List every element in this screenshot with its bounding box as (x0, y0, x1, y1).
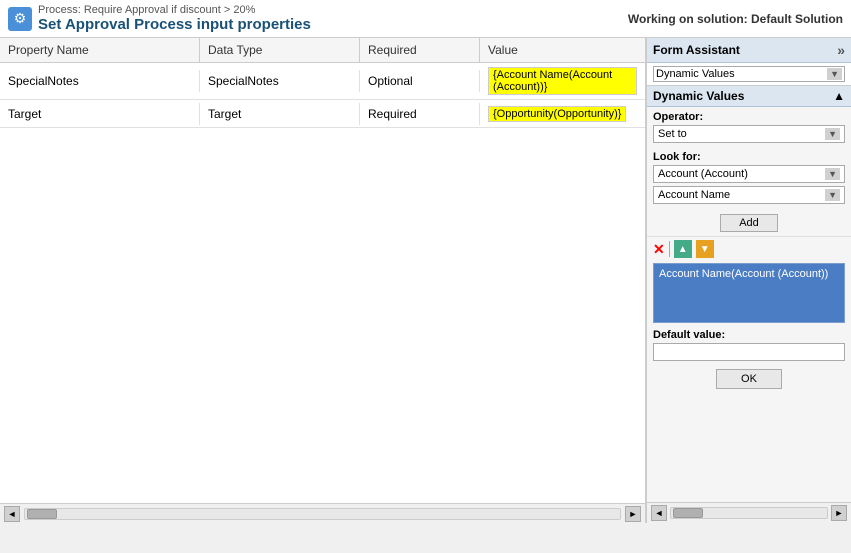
icon-row: ✕ ▲ ▼ (647, 236, 851, 261)
list-item[interactable]: Account Name(Account (Account)) (659, 267, 839, 281)
account-name-arrow-icon: ▼ (825, 189, 840, 201)
collapse-icon[interactable]: ▲ (833, 89, 845, 103)
col-value: Value (480, 38, 645, 62)
table-body: SpecialNotes SpecialNotes Optional {Acco… (0, 63, 645, 503)
cell-required-0: Optional (360, 70, 480, 92)
ok-button-row: OK (647, 365, 851, 393)
default-value-input[interactable] (653, 343, 845, 361)
delete-icon[interactable]: ✕ (653, 241, 665, 258)
account-name-value: Account Name (658, 189, 730, 201)
look-for-select[interactable]: Account (Account) ▼ (653, 165, 845, 183)
value-chip-1[interactable]: {Opportunity(Opportunity)} (488, 106, 626, 122)
cell-value-1[interactable]: {Opportunity(Opportunity)} (480, 102, 645, 126)
table-header: Property Name Data Type Required Value (0, 38, 645, 63)
working-on-label: Working on solution: Default Solution (628, 12, 843, 26)
col-data-type: Data Type (200, 38, 360, 62)
table-row: Target Target Required {Opportunity(Oppo… (0, 100, 645, 128)
col-property-name: Property Name (0, 38, 200, 62)
operator-section: Operator: Set to ▼ (647, 107, 851, 147)
dynamic-values-section-label: Dynamic Values (653, 89, 744, 103)
expand-icon[interactable]: » (837, 42, 845, 58)
top-bar-titles: Process: Require Approval if discount > … (38, 4, 311, 33)
cell-datatype-0: SpecialNotes (200, 70, 360, 92)
gear-icon: ⚙ (8, 7, 32, 31)
process-label: Process: Require Approval if discount > … (38, 4, 311, 16)
left-panel: Property Name Data Type Required Value S… (0, 38, 646, 523)
top-bar-left: ⚙ Process: Require Approval if discount … (8, 4, 311, 33)
right-panel: Form Assistant » Dynamic Values ▼ Dynami… (646, 38, 851, 523)
scroll-right-arrow[interactable]: ► (625, 506, 641, 522)
dynamic-values-row: Dynamic Values ▼ (647, 63, 851, 86)
select-arrow-icon: ▼ (827, 68, 842, 80)
default-value-label: Default value: (653, 329, 845, 341)
scroll-left-arrow[interactable]: ◄ (4, 506, 20, 522)
page-title: Set Approval Process input properties (38, 16, 311, 33)
operator-value: Set to (658, 128, 687, 140)
value-chip-0[interactable]: {Account Name(Account (Account))} (488, 67, 637, 95)
look-for-arrow-icon: ▼ (825, 168, 840, 180)
top-bar: ⚙ Process: Require Approval if discount … (0, 0, 851, 38)
account-name-select[interactable]: Account Name ▼ (653, 186, 845, 204)
add-button-row: Add (647, 212, 851, 236)
selected-list[interactable]: Account Name(Account (Account)) (653, 263, 845, 323)
move-down-icon[interactable]: ▼ (696, 240, 714, 258)
look-for-value: Account (Account) (658, 168, 748, 180)
cell-datatype-1: Target (200, 103, 360, 125)
cell-property-1: Target (0, 103, 200, 125)
form-assistant-title: Form Assistant (653, 43, 740, 57)
right-panel-scroll-left[interactable]: ◄ (651, 505, 667, 521)
cell-required-1: Required (360, 103, 480, 125)
right-scrollbar-row: ◄ ► (647, 502, 851, 523)
scroll-thumb (27, 509, 57, 519)
col-required: Required (360, 38, 480, 62)
table-row: SpecialNotes SpecialNotes Optional {Acco… (0, 63, 645, 100)
operator-arrow-icon: ▼ (825, 128, 840, 140)
divider (669, 241, 670, 257)
bottom-scrollbar: ◄ ► (0, 503, 645, 523)
right-panel-scroll-thumb (673, 508, 703, 518)
move-up-icon[interactable]: ▲ (674, 240, 692, 258)
ok-button[interactable]: OK (716, 369, 782, 389)
cell-value-0[interactable]: {Account Name(Account (Account))} (480, 63, 645, 99)
operator-label: Operator: (653, 111, 845, 123)
add-button[interactable]: Add (720, 214, 778, 232)
cell-property-0: SpecialNotes (0, 70, 200, 92)
dynamic-values-section-header: Dynamic Values ▲ (647, 86, 851, 107)
look-for-label: Look for: (653, 151, 845, 163)
default-value-section: Default value: (647, 325, 851, 365)
scroll-track[interactable] (24, 508, 621, 520)
right-panel-scroll-track[interactable] (670, 507, 828, 519)
look-for-section: Look for: Account (Account) ▼ Account Na… (647, 147, 851, 212)
right-panel-scroll-right[interactable]: ► (831, 505, 847, 521)
dynamic-values-select[interactable]: Dynamic Values ▼ (653, 66, 845, 82)
form-assistant-header: Form Assistant » (647, 38, 851, 63)
main-area: Property Name Data Type Required Value S… (0, 38, 851, 523)
operator-select[interactable]: Set to ▼ (653, 125, 845, 143)
